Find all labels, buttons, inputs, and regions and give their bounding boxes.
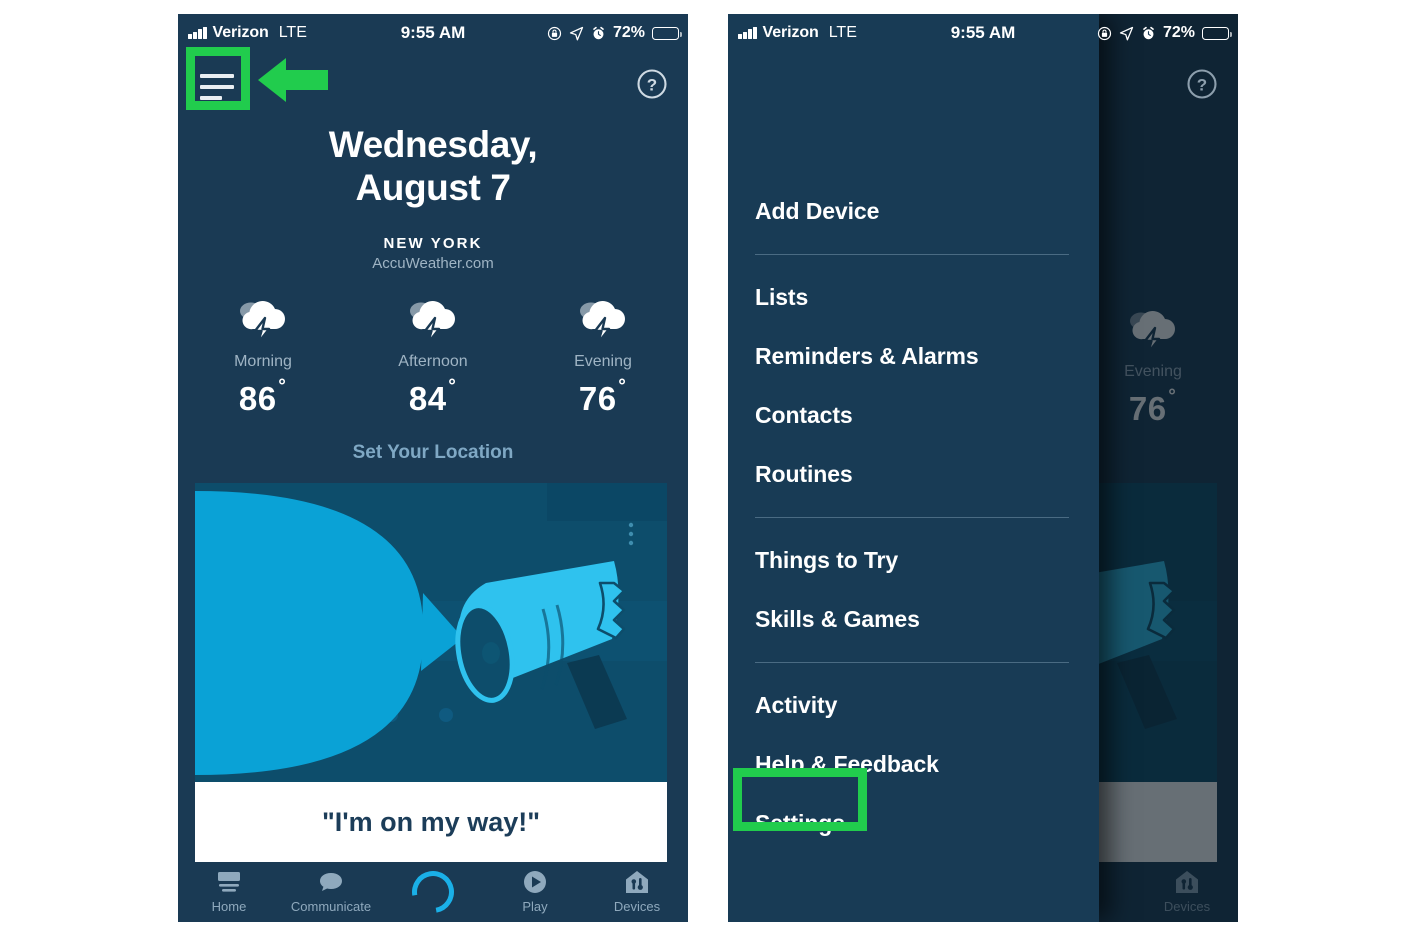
svg-text:?: ? bbox=[1197, 75, 1207, 94]
help-circle-icon: ? bbox=[1187, 69, 1217, 99]
megaphone-speech-bubble-illustration bbox=[195, 483, 667, 783]
drawer-item-add-device[interactable]: Add Device bbox=[728, 182, 1099, 241]
home-feature-card[interactable]: "I'm on my way!" bbox=[195, 483, 667, 862]
thunderstorm-cloud-icon bbox=[580, 301, 625, 345]
nav-label: Devices bbox=[613, 899, 661, 914]
screenshot-stage: Verizon LTE 9:55 AM 72% ? Wednesday, Aug… bbox=[0, 0, 1415, 943]
drawer-separator bbox=[755, 662, 1069, 663]
drawer-item-reminders-alarms[interactable]: Reminders & Alarms bbox=[728, 327, 1099, 386]
weather-period-temp: 86˚ bbox=[238, 377, 288, 418]
weather-period-label: Morning bbox=[234, 353, 292, 371]
help-button[interactable]: ? bbox=[636, 68, 668, 100]
weather-source-label: AccuWeather.com bbox=[372, 255, 494, 273]
weather-period-temp: 84˚ bbox=[408, 377, 458, 418]
hamburger-highlight-box bbox=[186, 47, 250, 110]
bottom-nav-left: Home Communicate Play Devices bbox=[178, 862, 688, 922]
weather-panel: Wednesday, August 7 NEW YORK AccuWeather… bbox=[178, 124, 688, 464]
drawer-item-skills-games[interactable]: Skills & Games bbox=[728, 590, 1099, 649]
help-button[interactable]: ? bbox=[1186, 68, 1218, 100]
drawer-item-routines[interactable]: Routines bbox=[728, 445, 1099, 504]
weather-period-temp: 76˚ bbox=[578, 377, 628, 418]
alarm-clock-icon bbox=[593, 26, 604, 39]
weather-city-label: NEW YORK bbox=[383, 235, 483, 253]
location-arrow-icon bbox=[569, 26, 584, 40]
status-bar-indicators: 72% bbox=[547, 24, 683, 42]
battery-icon bbox=[652, 26, 683, 40]
settings-highlight-box bbox=[733, 768, 867, 831]
chat-bubble-icon bbox=[320, 873, 342, 891]
home-icon bbox=[218, 872, 240, 892]
weather-period-afternoon: Afternoon 84˚ bbox=[348, 296, 518, 418]
drawer-item-things-to-try[interactable]: Things to Try bbox=[728, 531, 1099, 590]
help-circle-icon: ? bbox=[637, 69, 667, 99]
drawer-separator bbox=[755, 254, 1069, 255]
nav-item-play[interactable]: Play bbox=[484, 870, 586, 914]
nav-item-devices[interactable]: Devices bbox=[586, 870, 688, 914]
app-top-bar-left: ? bbox=[178, 52, 688, 124]
lock-rotation-icon bbox=[547, 26, 562, 40]
thunderstorm-cloud-icon bbox=[410, 301, 455, 345]
nav-item-communicate[interactable]: Communicate bbox=[280, 870, 382, 914]
weather-period-evening: Evening 76˚ bbox=[518, 296, 688, 418]
weather-periods-row: Morning 86˚ Afternoon 84˚ Evening 76˚ bbox=[178, 296, 688, 418]
status-bar-right: Verizon LTE 9:55 AM 72% bbox=[728, 14, 1238, 52]
nav-label: Communicate bbox=[290, 899, 372, 914]
status-bar-left: Verizon LTE 9:55 AM 72% bbox=[178, 14, 688, 52]
nav-item-alexa[interactable] bbox=[382, 862, 484, 921]
weather-period-label: Evening bbox=[574, 353, 632, 371]
drawer-item-lists[interactable]: Lists bbox=[728, 268, 1099, 327]
nav-label: Home bbox=[211, 899, 247, 914]
battery-percent-label: 72% bbox=[1162, 24, 1195, 41]
lock-rotation-icon bbox=[1097, 26, 1112, 40]
drawer-item-activity[interactable]: Activity bbox=[728, 676, 1099, 735]
battery-icon bbox=[1202, 26, 1233, 40]
phone-left-home-screen: Verizon LTE 9:55 AM 72% ? Wednesday, Aug… bbox=[178, 14, 688, 922]
pointer-arrow-left-icon bbox=[258, 58, 328, 102]
battery-percent-label: 72% bbox=[612, 24, 645, 41]
alexa-ring-icon bbox=[403, 862, 463, 921]
nav-label: Play bbox=[522, 899, 548, 914]
weather-period-morning: Morning 86˚ bbox=[178, 296, 348, 418]
play-circle-icon bbox=[524, 871, 546, 893]
status-bar-indicators: 72% bbox=[1097, 24, 1233, 42]
nav-item-home[interactable]: Home bbox=[178, 870, 280, 914]
alarm-clock-icon bbox=[1143, 26, 1154, 39]
weather-date-line2: August 7 bbox=[355, 166, 511, 208]
weather-period-label: Afternoon bbox=[398, 353, 468, 371]
location-arrow-icon bbox=[1119, 26, 1134, 40]
set-location-link[interactable]: Set Your Location bbox=[178, 442, 688, 464]
svg-text:?: ? bbox=[647, 75, 657, 94]
devices-home-icon bbox=[626, 871, 648, 893]
drawer-separator bbox=[755, 517, 1069, 518]
drawer-item-contacts[interactable]: Contacts bbox=[728, 386, 1099, 445]
drawer-menu-list: Add Device Lists Reminders & Alarms Cont… bbox=[728, 182, 1099, 853]
card-caption: "I'm on my way!" bbox=[195, 782, 667, 862]
thunderstorm-cloud-icon bbox=[240, 301, 285, 345]
weather-date-line1: Wednesday, bbox=[328, 124, 538, 165]
